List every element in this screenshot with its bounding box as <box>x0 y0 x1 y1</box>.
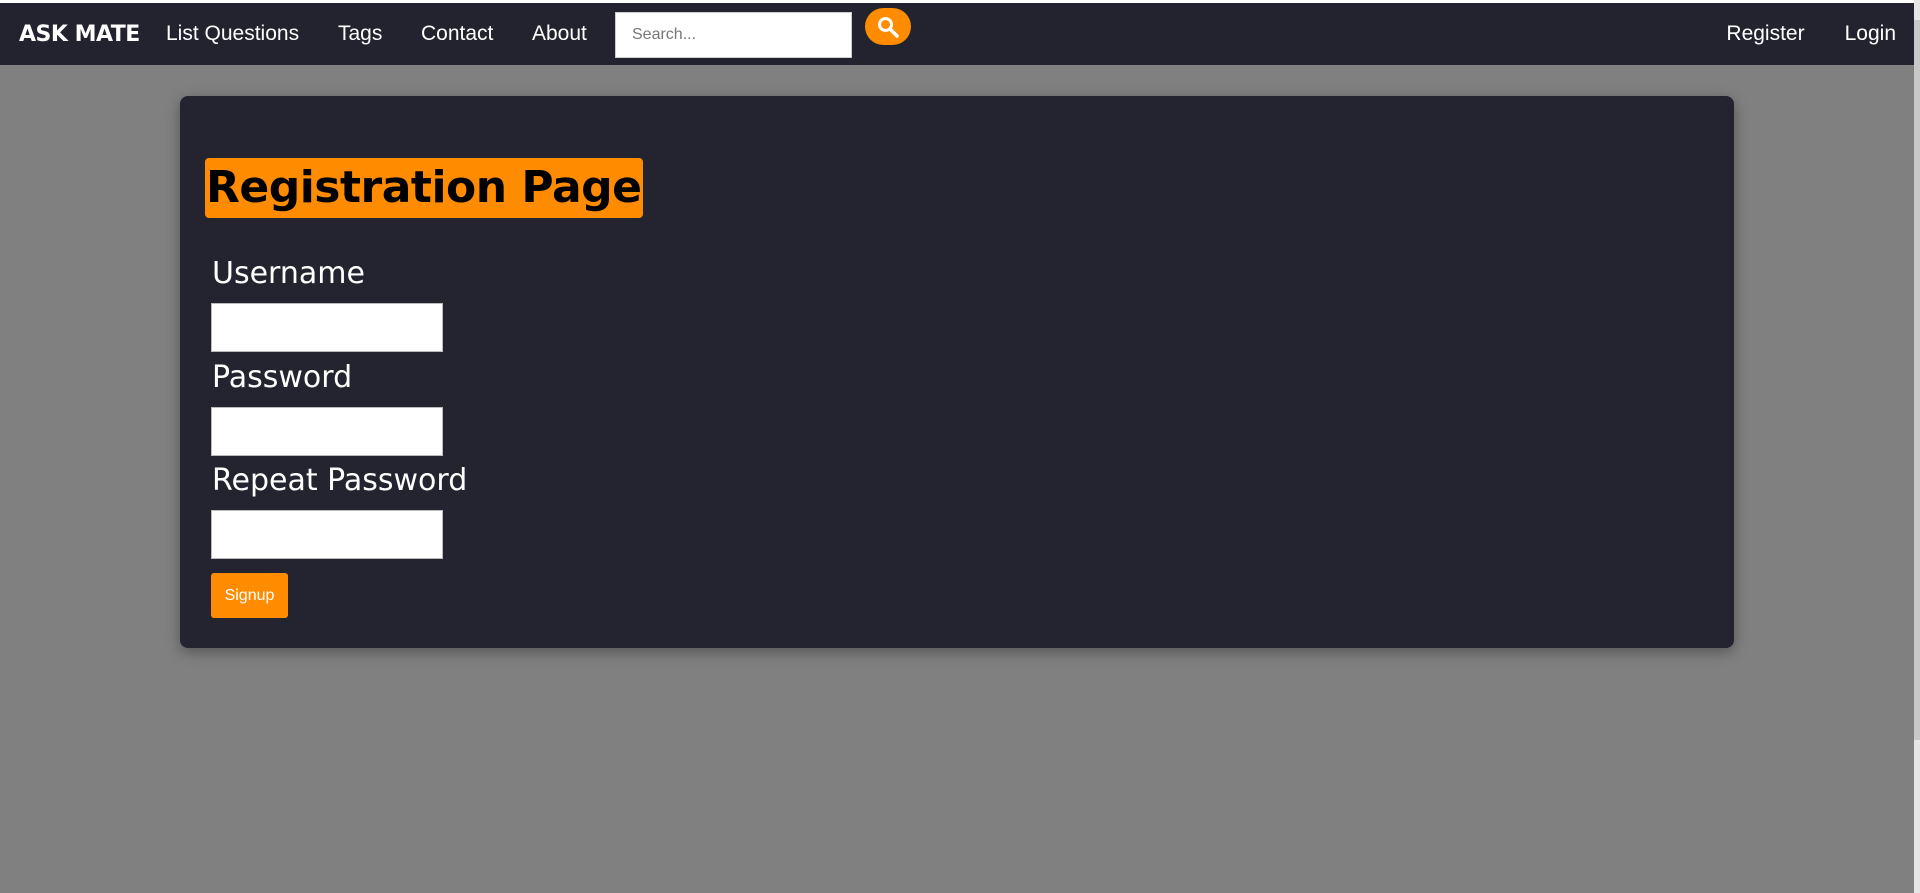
brand-logo[interactable]: ASK MATE <box>19 22 140 47</box>
nav-right: Register Login <box>1726 3 1896 65</box>
nav-link-login[interactable]: Login <box>1845 22 1896 46</box>
username-label: Username <box>212 256 365 291</box>
search-icon <box>876 15 900 39</box>
signup-button[interactable]: Signup <box>211 573 288 618</box>
repeat-password-label: Repeat Password <box>212 463 468 498</box>
nav-link-list-questions[interactable]: List Questions <box>166 22 299 46</box>
password-label: Password <box>212 360 353 395</box>
username-field[interactable] <box>211 303 443 352</box>
nav-link-register[interactable]: Register <box>1726 22 1804 46</box>
page: ASK MATE List Questions Tags Contact Abo… <box>0 0 1920 893</box>
nav-link-contact[interactable]: Contact <box>421 22 493 46</box>
password-field[interactable] <box>211 407 443 456</box>
page-title: Registration Page <box>205 158 643 218</box>
registration-card: Registration Page Username Password Repe… <box>180 96 1734 648</box>
navbar: ASK MATE List Questions Tags Contact Abo… <box>0 3 1914 65</box>
search-button[interactable] <box>865 8 911 45</box>
scrollbar[interactable] <box>1914 0 1920 893</box>
scrollbar-thumb[interactable] <box>1914 20 1920 740</box>
nav-link-about[interactable]: About <box>532 22 587 46</box>
search-input[interactable] <box>615 12 852 58</box>
nav-link-tags[interactable]: Tags <box>338 22 382 46</box>
repeat-password-field[interactable] <box>211 510 443 559</box>
